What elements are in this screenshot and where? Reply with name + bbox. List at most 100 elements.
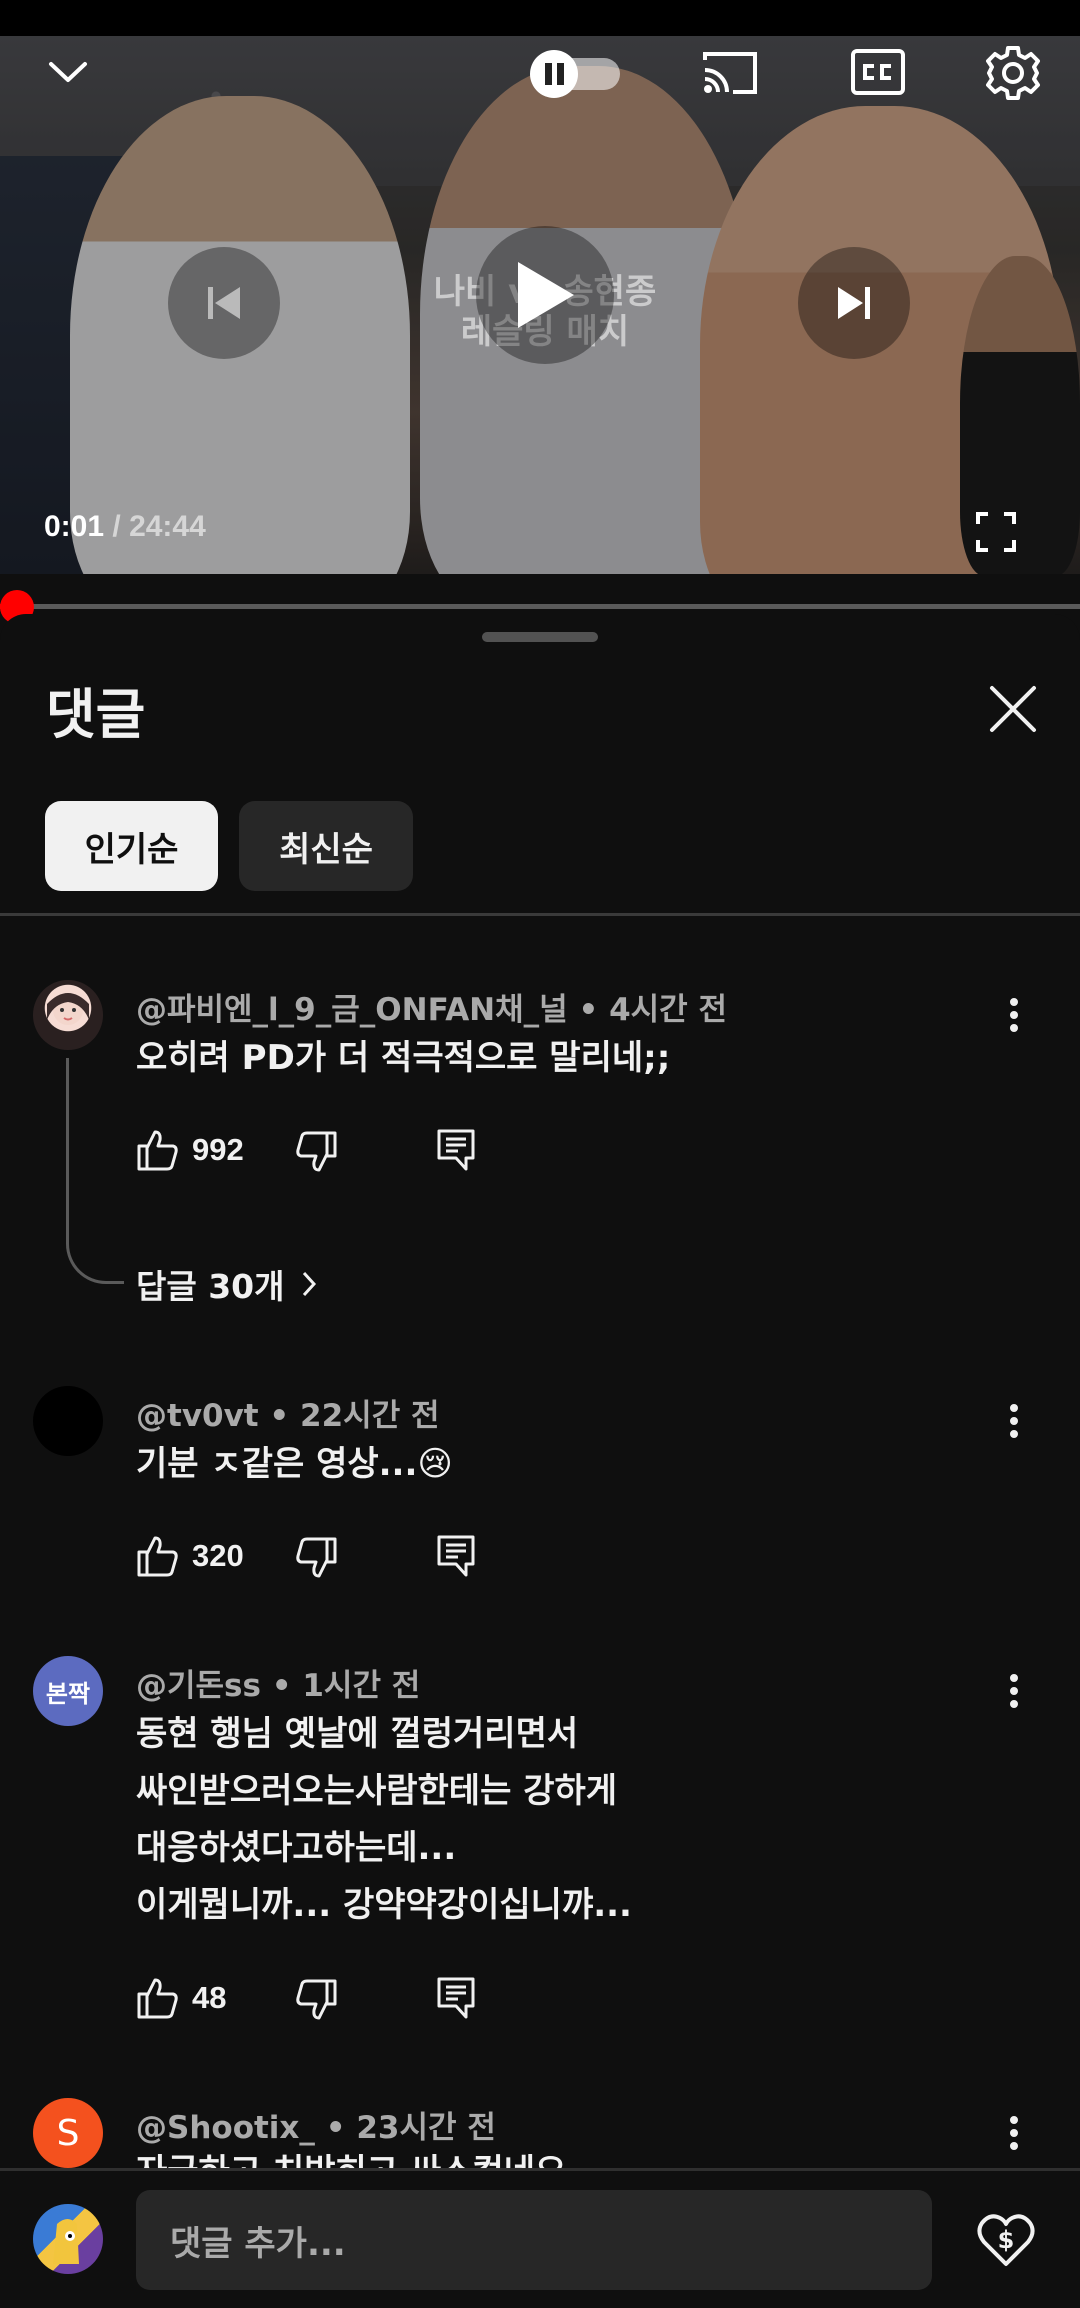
- avatar[interactable]: [33, 980, 103, 1050]
- comment-text-line: 대응하셨다고하는데...: [136, 1828, 457, 1868]
- sort-chip-newest[interactable]: 최신순: [239, 801, 413, 891]
- reply-thread-line: [66, 1058, 124, 1284]
- reply-button[interactable]: [436, 1976, 476, 2020]
- cast-button[interactable]: [700, 44, 760, 100]
- thumbs-down-icon: [296, 1131, 337, 1172]
- super-thanks-button[interactable]: $: [972, 2206, 1040, 2274]
- current-time: 0:01: [44, 510, 105, 543]
- reply-comment-icon: [437, 1535, 475, 1577]
- comment-text-line: 싸인받으러오는사람한테는 강하게: [136, 1771, 618, 1811]
- dislike-button[interactable]: [294, 1536, 338, 1580]
- reply-button[interactable]: [436, 1534, 476, 1578]
- top-black-strip: [0, 0, 1080, 36]
- comment-author[interactable]: @기돈ss: [136, 1668, 261, 1704]
- reply-button[interactable]: [436, 1128, 476, 1172]
- thumbs-up-icon: [137, 1130, 178, 1171]
- comment-text: 기분 ㅈ같은 영상...😢: [136, 1436, 453, 1493]
- previous-video-button[interactable]: [168, 247, 280, 359]
- comment-text: 자극하고 치받히고 싸스컸네요: [136, 2152, 566, 2168]
- next-icon: [838, 287, 870, 319]
- like-button[interactable]: 992: [136, 1128, 244, 1172]
- reply-comment-icon: [437, 1129, 475, 1171]
- meta-separator: •: [258, 1398, 301, 1434]
- comments-title: 댓글: [46, 683, 146, 746]
- settings-button[interactable]: [982, 42, 1044, 104]
- add-comment-input[interactable]: 댓글 추가...: [136, 2190, 932, 2290]
- comment-more-button[interactable]: [994, 2108, 1034, 2158]
- comment-text-line: 오히려 PD가 더 적극적으로 말리네;;: [136, 1038, 671, 1078]
- profile-photo-icon: [47, 993, 89, 1025]
- reply-comment-icon: [437, 1977, 475, 2019]
- previous-icon: [208, 287, 240, 319]
- gear-icon: [986, 46, 1040, 100]
- video-timestamp: 0:01 / 24:44: [44, 510, 206, 544]
- minimize-player-button[interactable]: [40, 44, 96, 100]
- meta-separator: •: [260, 1668, 303, 1704]
- replies-label: 답글 30개: [136, 1267, 285, 1306]
- comment-time: 23시간 전: [356, 2110, 496, 2146]
- thumbs-up-icon: [137, 1978, 178, 2019]
- comment-time: 4시간 전: [609, 992, 728, 1028]
- my-avatar: [33, 2204, 103, 2274]
- comment-text-line: 자극하고 치받히고 싸스컸네요: [136, 2152, 566, 2168]
- like-button[interactable]: 48: [136, 1976, 226, 2020]
- progress-track: [0, 604, 1080, 609]
- comment-text-line: 동현 행님 옛날에 껄렁거리면서: [136, 1714, 579, 1754]
- close-comments-button[interactable]: [986, 682, 1040, 736]
- comment-time: 22시간 전: [300, 1398, 440, 1434]
- comment-meta: @tv0vt • 22시간 전: [136, 1390, 440, 1435]
- play-icon: [518, 262, 574, 328]
- sheet-divider: [0, 913, 1080, 916]
- comment-input-placeholder: 댓글 추가...: [170, 2223, 346, 2264]
- comment-more-button[interactable]: [994, 1666, 1034, 1716]
- like-count: 320: [192, 1538, 244, 1573]
- comment-author[interactable]: @Shootix_: [136, 2110, 315, 2146]
- like-count: 992: [192, 1132, 244, 1167]
- chevron-right-icon: [302, 1271, 316, 1297]
- thumbs-down-icon: [296, 1979, 337, 2020]
- comment-author[interactable]: @tv0vt: [136, 1398, 259, 1434]
- avatar-text: 본짝: [45, 1679, 91, 1708]
- comment-more-button[interactable]: [994, 1396, 1034, 1446]
- comment-meta: @Shootix_ • 23시간 전: [136, 2102, 496, 2147]
- captions-button[interactable]: [848, 44, 908, 100]
- heart-dollar-icon: $: [977, 2214, 1035, 2266]
- svg-text:$: $: [998, 2226, 1015, 2254]
- cast-icon: [703, 52, 757, 94]
- comment-more-button[interactable]: [994, 990, 1034, 1040]
- autoplay-toggle[interactable]: [528, 50, 628, 98]
- dislike-button[interactable]: [294, 1130, 338, 1174]
- comment-time: 1시간 전: [302, 1668, 421, 1704]
- more-vert-icon: [1010, 1404, 1018, 1438]
- comment-text: 동현 행님 옛날에 껄렁거리면서 싸인받으러오는사람한테는 강하게 대응하셨다고…: [136, 1706, 632, 1934]
- meta-separator: •: [567, 992, 610, 1028]
- avatar[interactable]: [33, 1386, 103, 1456]
- next-video-button[interactable]: [798, 247, 910, 359]
- more-vert-icon: [1010, 1674, 1018, 1708]
- fullscreen-button[interactable]: [968, 506, 1024, 558]
- comment-meta: @기돈ss • 1시간 전: [136, 1660, 420, 1705]
- dislike-button[interactable]: [294, 1978, 338, 2022]
- pause-icon: [530, 50, 620, 98]
- avatar[interactable]: 본짝: [33, 1656, 103, 1726]
- sort-chip-top[interactable]: 인기순: [45, 801, 218, 891]
- time-separator: /: [104, 510, 130, 543]
- avatar[interactable]: S: [33, 2098, 103, 2168]
- like-count: 48: [192, 1980, 227, 2015]
- view-replies-link[interactable]: 답글 30개: [136, 1260, 317, 1308]
- avatar-text: S: [56, 2112, 80, 2154]
- sheet-drag-handle[interactable]: [482, 632, 598, 642]
- cc-icon: [851, 49, 905, 95]
- total-duration: 24:44: [129, 510, 206, 543]
- more-vert-icon: [1010, 998, 1018, 1032]
- play-button[interactable]: [476, 226, 614, 364]
- comment-text: 오히려 PD가 더 적극적으로 말리네;;: [136, 1030, 670, 1087]
- fullscreen-icon: [976, 512, 1016, 552]
- like-button[interactable]: 320: [136, 1534, 244, 1578]
- thumbs-up-icon: [137, 1536, 178, 1577]
- chevron-down-icon: [49, 62, 87, 82]
- comment-text-line: 이게뭡니까... 강약약강이십니꺄...: [136, 1885, 632, 1925]
- thumbs-down-icon: [296, 1537, 337, 1578]
- close-icon: [990, 686, 1036, 732]
- comment-author[interactable]: @파비엔_l_9_금_ONFAN채_널: [136, 992, 568, 1028]
